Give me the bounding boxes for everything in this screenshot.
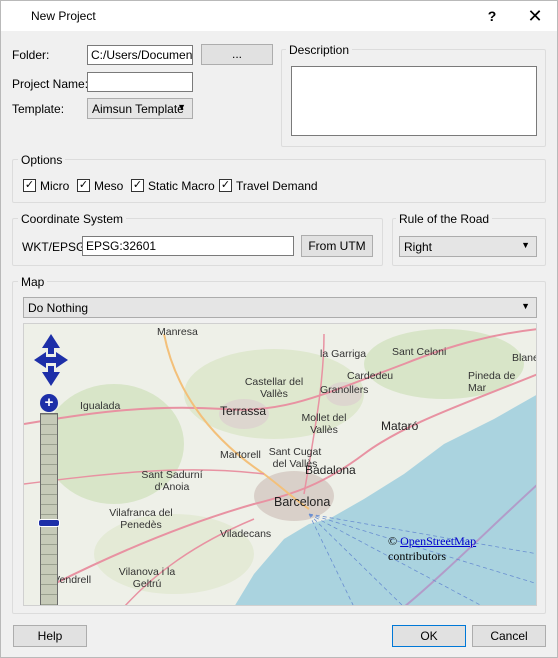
map-place-label: Manresa bbox=[157, 326, 198, 338]
help-button[interactable]: Help bbox=[13, 625, 87, 647]
map-place-label: Sant Sadurní d'Anoia bbox=[141, 469, 203, 493]
chevron-down-icon: ▼ bbox=[521, 301, 530, 311]
map-group-title: Map bbox=[18, 275, 48, 289]
map-place-label: Igualada bbox=[80, 400, 121, 412]
map-attribution: © OpenStreetMap contributors bbox=[388, 534, 536, 564]
zoom-slider-track[interactable] bbox=[40, 413, 58, 605]
close-icon[interactable]: ✕ bbox=[522, 5, 548, 27]
map-place-label: Mataró bbox=[381, 419, 419, 433]
title-bar: New Project ? ✕ bbox=[1, 1, 557, 31]
window-title: New Project bbox=[31, 9, 96, 23]
map-place-label: Blanes bbox=[512, 352, 536, 364]
attribution-suffix: contributors bbox=[388, 549, 446, 563]
map-pan-control[interactable] bbox=[32, 332, 70, 388]
static-macro-label: Static Macro bbox=[148, 179, 215, 193]
rule-of-road-group-title: Rule of the Road bbox=[396, 212, 493, 226]
folder-label: Folder: bbox=[12, 48, 50, 62]
zoom-in-icon[interactable]: + bbox=[40, 394, 58, 412]
wkt-epsg-field[interactable]: EPSG:32601 bbox=[82, 236, 294, 256]
micro-label: Micro bbox=[40, 179, 70, 193]
map-action-select[interactable]: Do Nothing ▼ bbox=[23, 297, 537, 318]
map-place-label: Terrassa bbox=[220, 404, 267, 418]
options-group-title: Options bbox=[18, 153, 66, 167]
attribution-prefix: © bbox=[388, 534, 401, 548]
map-place-label: Granollers bbox=[320, 384, 369, 396]
map-view[interactable]: Manresa la Garriga Sant Celoni Blanes Ca… bbox=[23, 323, 537, 606]
map-place-label: Sant Celoni bbox=[392, 346, 447, 358]
meso-checkbox[interactable]: ✓ bbox=[77, 179, 90, 192]
map-place-label: Cardedeu bbox=[347, 370, 394, 382]
map-place-label: Badalona bbox=[305, 463, 356, 477]
cancel-button[interactable]: Cancel bbox=[472, 625, 546, 647]
project-name-field[interactable] bbox=[87, 72, 193, 92]
openstreetmap-link[interactable]: OpenStreetMap bbox=[400, 534, 476, 548]
ok-button[interactable]: OK bbox=[392, 625, 466, 647]
rule-of-road-select[interactable]: Right ▼ bbox=[399, 236, 537, 257]
description-textarea[interactable] bbox=[291, 66, 537, 136]
travel-demand-label: Travel Demand bbox=[236, 179, 318, 193]
coordinate-system-group-title: Coordinate System bbox=[18, 212, 127, 226]
from-utm-button[interactable]: From UTM bbox=[301, 235, 373, 257]
chevron-down-icon: ▼ bbox=[521, 240, 530, 250]
travel-demand-checkbox[interactable]: ✓ bbox=[219, 179, 232, 192]
map-place-label: Mollet del Vallès bbox=[301, 412, 347, 436]
map-place-label: Castellar del Vallès bbox=[244, 376, 304, 400]
map-place-label: Pineda de Mar bbox=[468, 370, 516, 394]
folder-field[interactable]: C:/Users/Documents bbox=[87, 45, 193, 65]
map-place-label: la Garriga bbox=[320, 348, 367, 360]
rule-of-road-value: Right bbox=[404, 240, 433, 254]
micro-checkbox[interactable]: ✓ bbox=[23, 179, 36, 192]
map-place-label: Martorell bbox=[220, 449, 261, 461]
wkt-epsg-label: WKT/EPSG: bbox=[22, 240, 89, 254]
meso-label: Meso bbox=[94, 179, 124, 193]
map-place-label: Vilafranca del Penedès bbox=[109, 507, 173, 531]
template-value: Aimsun Template bbox=[92, 102, 184, 116]
map-place-label: Viladecans bbox=[220, 528, 272, 540]
static-macro-checkbox[interactable]: ✓ bbox=[131, 179, 144, 192]
map-place-label: Vilanova i la Geltrú bbox=[118, 566, 176, 590]
map-action-value: Do Nothing bbox=[28, 301, 89, 315]
new-project-dialog: New Project ? ✕ Folder: C:/Users/Documen… bbox=[0, 0, 558, 658]
map-place-label: Barcelona bbox=[274, 495, 331, 509]
zoom-slider-handle[interactable] bbox=[38, 519, 60, 527]
browse-folder-button[interactable]: ... bbox=[201, 44, 273, 65]
description-group-title: Description bbox=[286, 43, 353, 57]
chevron-down-icon: ▼ bbox=[177, 102, 186, 112]
help-icon[interactable]: ? bbox=[479, 5, 505, 27]
template-select[interactable]: Aimsun Template ▼ bbox=[87, 98, 193, 119]
template-label: Template: bbox=[12, 102, 65, 116]
project-name-label: Project Name: bbox=[12, 77, 89, 91]
